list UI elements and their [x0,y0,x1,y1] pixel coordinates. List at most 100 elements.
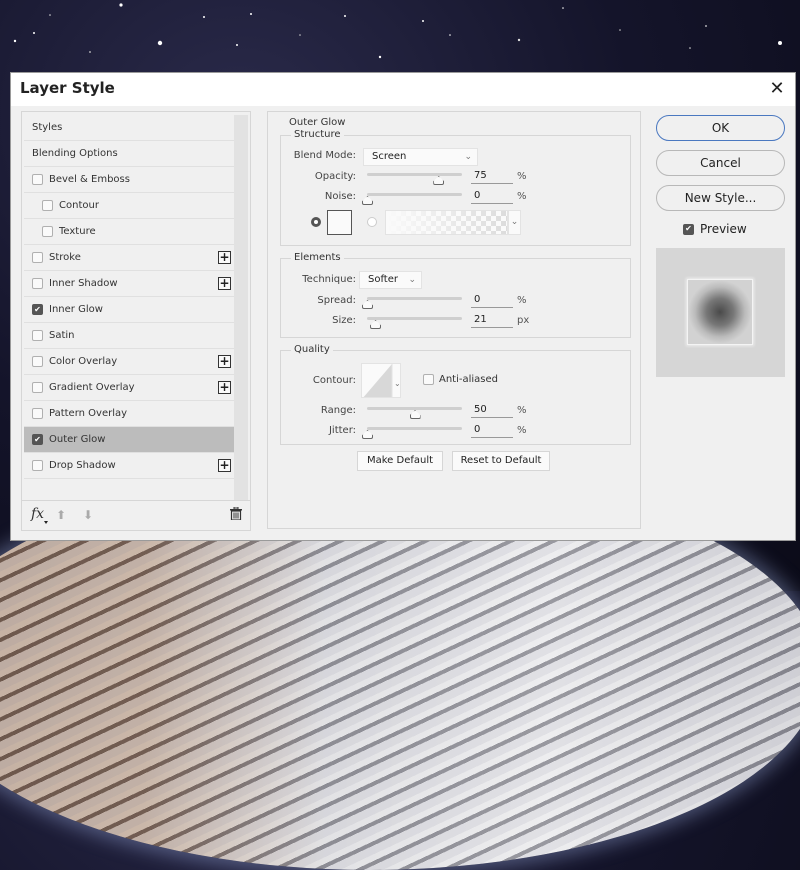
structure-title: Structure [291,129,344,140]
effects-list-footer: fx ⬆ ⬇ [22,500,250,530]
effect-checkbox[interactable] [32,252,43,263]
spread-label: Spread: [317,295,356,306]
quality-group: Quality Contour: ⌄ Anti-aliased Range: 5… [280,344,631,445]
effect-item-color-overlay[interactable]: Color Overlay + [24,349,234,375]
effect-item-contour[interactable]: Contour [24,193,234,219]
effects-list: Styles Blending Options Bevel & Emboss Cont… [24,115,234,500]
range-input[interactable]: 50 [471,402,513,418]
effect-item-outer-glow[interactable]: ✔ Outer Glow [24,427,234,453]
add-effect-instance-icon[interactable]: + [218,381,231,394]
technique-select[interactable]: Softer ⌄ [359,271,422,289]
jitter-unit: % [517,425,527,436]
effect-item-styles[interactable]: Styles [24,115,234,141]
effect-item-bevel-emboss[interactable]: Bevel & Emboss [24,167,234,193]
range-unit: % [517,405,527,416]
opacity-input[interactable]: 75 [471,168,513,184]
blend-mode-label: Blend Mode: [293,150,356,161]
effect-label: Bevel & Emboss [49,174,130,185]
effect-item-gradient-overlay[interactable]: Gradient Overlay + [24,375,234,401]
effect-item-satin[interactable]: Satin [24,323,234,349]
range-slider-thumb[interactable] [409,410,421,419]
effect-label: Satin [49,330,75,341]
effect-item-blending-options[interactable]: Blending Options [24,141,234,167]
effect-checkbox[interactable] [32,460,43,471]
noise-label: Noise: [324,191,356,202]
move-up-icon[interactable]: ⬆ [56,508,66,522]
size-slider-thumb[interactable] [370,320,382,329]
contour-picker[interactable]: ⌄ [361,363,401,398]
jitter-label: Jitter: [328,425,356,436]
effect-checkbox[interactable] [32,174,43,185]
effect-item-stroke[interactable]: Stroke + [24,245,234,271]
close-icon[interactable]: ✕ [765,77,789,101]
structure-group: Structure Blend Mode: Screen ⌄ Opacity: … [280,129,631,246]
move-down-icon[interactable]: ⬇ [83,508,93,522]
anti-aliased-checkbox[interactable] [423,374,434,385]
effect-checkbox[interactable]: ✔ [32,304,43,315]
quality-title: Quality [291,344,333,355]
effect-label: Blending Options [32,148,118,159]
ok-button[interactable]: OK [656,115,785,141]
add-effect-instance-icon[interactable]: + [218,355,231,368]
outer-glow-panel: Outer Glow Structure Blend Mode: Screen … [267,111,641,529]
spread-input[interactable]: 0 [471,292,513,308]
effect-label: Inner Shadow [49,278,118,289]
size-slider-track[interactable] [367,317,462,320]
effects-list-scrollbar[interactable] [234,115,248,500]
effect-checkbox[interactable] [32,408,43,419]
glow-gradient-picker[interactable] [385,210,508,235]
style-preview-thumbnail [687,279,753,345]
opacity-unit: % [517,171,527,182]
effect-item-inner-glow[interactable]: ✔ Inner Glow [24,297,234,323]
spread-slider-thumb[interactable] [362,300,373,309]
noise-slider-track[interactable] [367,193,462,196]
effect-checkbox[interactable] [32,330,43,341]
add-effect-instance-icon[interactable]: + [218,277,231,290]
effect-label: Stroke [49,252,81,263]
jitter-input[interactable]: 0 [471,422,513,438]
add-effect-instance-icon[interactable]: + [218,251,231,264]
blend-mode-select[interactable]: Screen ⌄ [363,148,478,166]
size-input[interactable]: 21 [471,312,513,328]
delete-effect-icon[interactable] [230,506,242,524]
spread-slider-track[interactable] [367,297,462,300]
range-slider-track[interactable] [367,407,462,410]
glow-color-swatch[interactable] [327,210,352,235]
effect-item-pattern-overlay[interactable]: Pattern Overlay [24,401,234,427]
new-style-button[interactable]: New Style... [656,185,785,211]
jitter-slider-track[interactable] [367,427,462,430]
preview-toggle[interactable]: ✔ Preview [683,222,747,236]
effect-item-texture[interactable]: Texture [24,219,234,245]
technique-value: Softer [368,274,398,285]
cancel-button[interactable]: Cancel [656,150,785,176]
opacity-slider-track[interactable] [367,173,462,176]
effect-item-drop-shadow[interactable]: Drop Shadow + [24,453,234,479]
gradient-radio[interactable] [367,217,377,227]
starfield-background [13,3,782,59]
make-default-button[interactable]: Make Default [357,451,443,471]
preview-checkbox[interactable]: ✔ [683,223,694,235]
reset-to-default-button[interactable]: Reset to Default [452,451,550,471]
effect-checkbox[interactable] [42,200,53,211]
effect-label: Gradient Overlay [49,382,135,393]
effect-label: Contour [59,200,99,211]
jitter-slider-thumb[interactable] [362,430,373,439]
opacity-slider-thumb[interactable] [433,176,445,185]
solid-color-radio[interactable] [311,217,321,227]
effect-item-inner-shadow[interactable]: Inner Shadow + [24,271,234,297]
fx-menu-button[interactable]: fx [31,506,44,522]
effect-checkbox[interactable] [32,382,43,393]
effect-checkbox[interactable] [32,278,43,289]
effect-checkbox[interactable] [42,226,53,237]
effect-checkbox[interactable] [32,356,43,367]
preview-label: Preview [700,222,747,236]
title-bar: Layer Style ✕ [11,73,795,106]
gradient-dropdown-chevron-icon[interactable]: ⌄ [508,210,521,235]
contour-label: Contour: [312,375,356,386]
noise-input[interactable]: 0 [471,188,513,204]
effect-label: Drop Shadow [49,460,116,471]
layer-style-dialog: Layer Style ✕ Styles Blending Options Beve… [10,72,796,541]
add-effect-instance-icon[interactable]: + [218,459,231,472]
noise-slider-thumb[interactable] [362,196,373,205]
effect-checkbox[interactable]: ✔ [32,434,43,445]
